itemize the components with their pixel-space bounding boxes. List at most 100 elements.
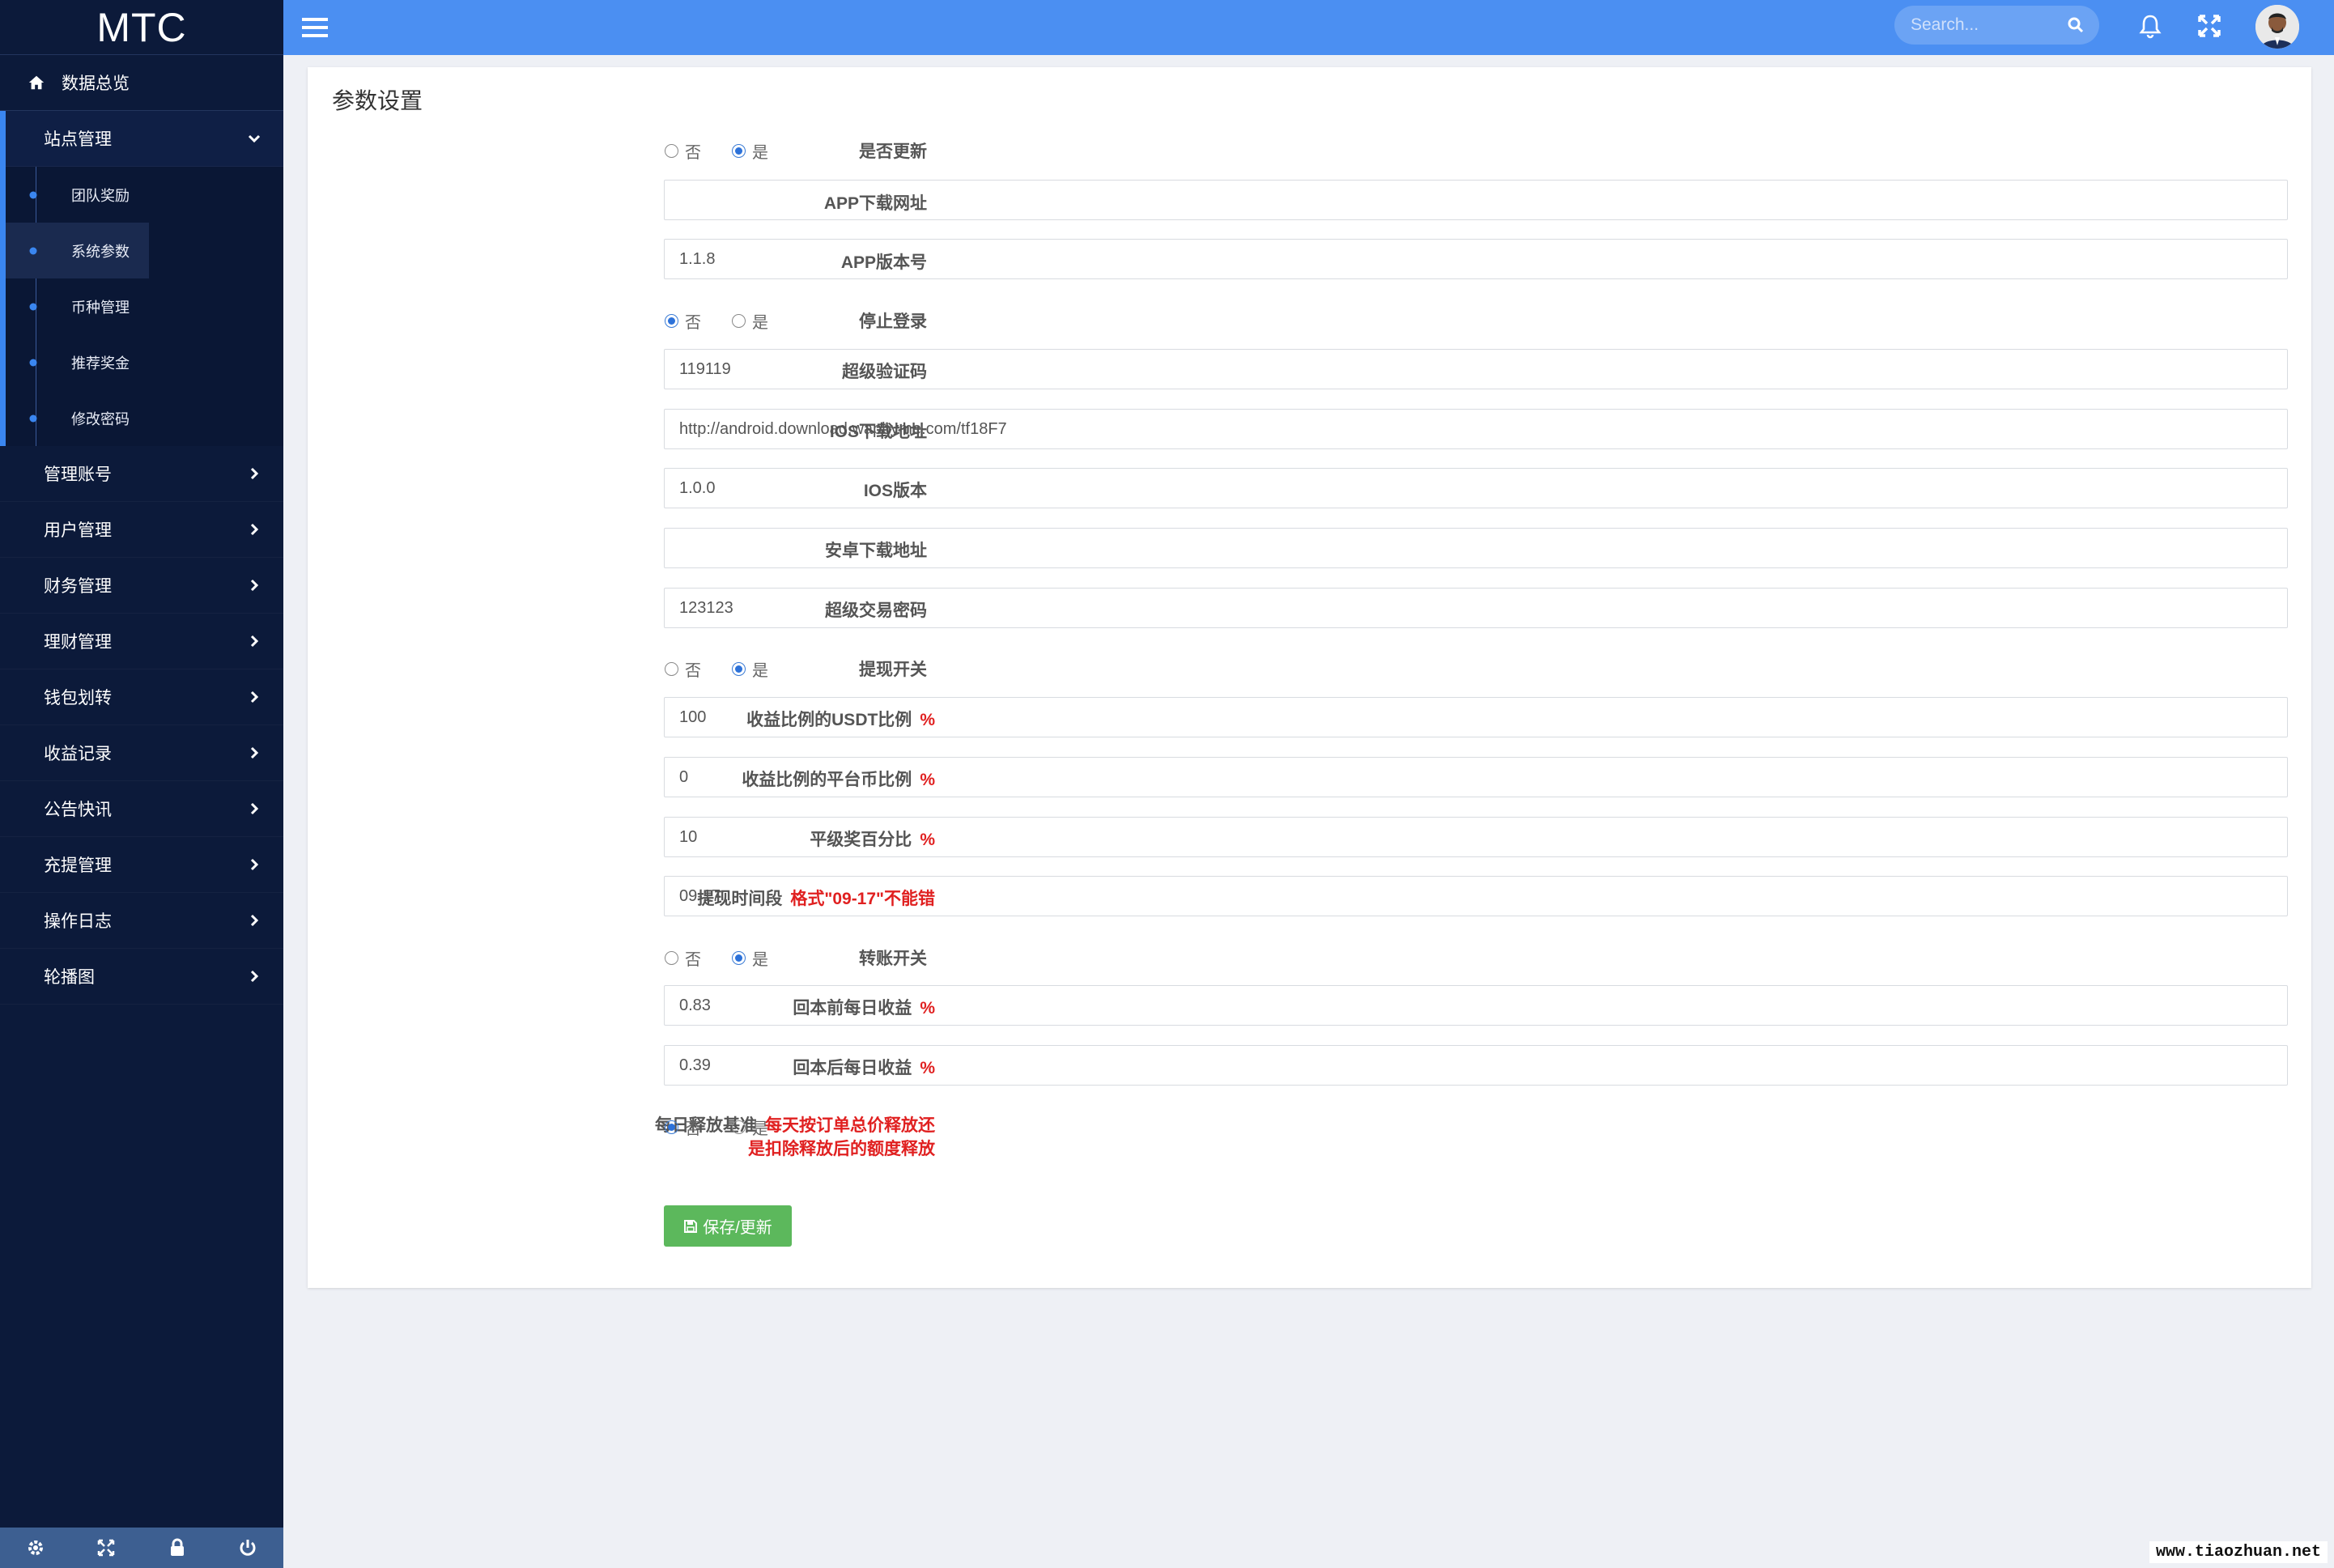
radio-option-no[interactable]: 否	[665, 309, 701, 333]
input-wrapper	[664, 1045, 2288, 1086]
radio-button[interactable]	[665, 662, 678, 676]
submenu-item-currency[interactable]: 币种管理	[6, 278, 283, 334]
sidebar: MTC 数据总览 站点管理 团队奖励 系统参数 币种管理 推荐奖金 修改密码 管…	[0, 0, 283, 1568]
android-download-url-input[interactable]	[665, 529, 2287, 567]
save-button[interactable]: 保存/更新	[664, 1205, 792, 1247]
radio-option-yes[interactable]: 是	[732, 946, 768, 970]
sidebar-item-deposit-withdraw[interactable]: 充提管理	[0, 837, 283, 893]
radio-label: 否	[685, 662, 701, 680]
radio-option-no[interactable]: 否	[665, 139, 701, 163]
app-download-url-input[interactable]	[665, 181, 2287, 219]
sidebar-item-label: 管理账号	[44, 465, 112, 484]
super-trade-password-input[interactable]	[665, 589, 2287, 627]
bullet-dot	[29, 191, 37, 198]
radio-option-no[interactable]: 否	[665, 946, 701, 970]
radio-label: 否	[685, 1120, 701, 1138]
input-wrapper	[664, 349, 2288, 389]
radio-option-no[interactable]: 否	[665, 1115, 701, 1139]
chevron-right-icon	[250, 467, 259, 480]
submenu-item-label: 系统参数	[71, 243, 130, 260]
input-wrapper	[664, 528, 2288, 568]
gear-icon[interactable]	[25, 1537, 46, 1558]
radio-button-checked[interactable]	[732, 951, 746, 965]
radio-button[interactable]	[665, 951, 678, 965]
radio-button-checked[interactable]	[732, 662, 746, 676]
radio-label: 是	[752, 662, 768, 680]
chevron-right-icon	[250, 970, 259, 983]
lock-icon[interactable]	[167, 1537, 188, 1558]
expand-icon[interactable]	[2196, 13, 2222, 39]
radio-button[interactable]	[665, 144, 678, 158]
input-wrapper	[664, 468, 2288, 508]
sidebar-item-label: 轮播图	[44, 968, 95, 987]
power-icon[interactable]	[237, 1537, 258, 1558]
radio-label: 是	[752, 951, 768, 969]
radio-option-no[interactable]: 否	[665, 657, 701, 681]
sidebar-item-label: 钱包划转	[44, 689, 112, 708]
release-note-line2: 是扣除释放后的额度释放	[748, 1140, 935, 1158]
sidebar-item-admin-accounts[interactable]: 管理账号	[0, 446, 283, 502]
radio-button[interactable]	[732, 1120, 746, 1134]
sidebar-item-label: 收益记录	[44, 745, 112, 763]
brand-logo: MTC	[0, 0, 283, 55]
input-wrapper	[664, 588, 2288, 628]
sidebar-item-label: 财务管理	[44, 577, 112, 596]
submenu-item-system-params[interactable]: 系统参数	[6, 223, 149, 278]
submenu-item-team-reward[interactable]: 团队奖励	[6, 167, 283, 223]
ios-download-url-input[interactable]	[665, 410, 2287, 448]
radio-button-checked[interactable]	[732, 144, 746, 158]
radio-option-yes[interactable]: 是	[732, 309, 768, 333]
field-label: 停止登录	[859, 312, 927, 331]
submenu-item-referral-bonus[interactable]: 推荐奖金	[6, 334, 283, 390]
sidebar-item-operation-log[interactable]: 操作日志	[0, 893, 283, 949]
search-icon[interactable]	[2067, 16, 2085, 34]
input-wrapper	[664, 817, 2288, 857]
home-icon	[28, 75, 45, 90]
submenu-item-label: 修改密码	[71, 410, 130, 427]
fullscreen-icon[interactable]	[96, 1537, 117, 1558]
submenu-item-change-password[interactable]: 修改密码	[6, 390, 283, 446]
settings-card: 参数设置 是否更新 否 是 APP下载网址 APP版本号 停止登录 否 是 超级…	[308, 67, 2311, 1288]
radio-button-checked[interactable]	[665, 1120, 678, 1134]
radio-option-yes[interactable]: 是	[732, 139, 768, 163]
sidebar-item-label: 站点管理	[44, 130, 112, 149]
radio-option-yes[interactable]: 是	[732, 657, 768, 681]
sidebar-item-earnings[interactable]: 收益记录	[0, 725, 283, 781]
sidebar-item-wealth[interactable]: 理财管理	[0, 614, 283, 669]
sidebar-item-label: 公告快讯	[44, 801, 112, 819]
app-version-input[interactable]	[665, 240, 2287, 278]
sidebar-item-users[interactable]: 用户管理	[0, 502, 283, 558]
sidebar-item-wallet-transfer[interactable]: 钱包划转	[0, 669, 283, 725]
input-wrapper	[664, 180, 2288, 220]
daily-before-input[interactable]	[665, 986, 2287, 1025]
search-input[interactable]	[1911, 15, 2064, 35]
page-title: 参数设置	[332, 88, 423, 113]
sidebar-item-announcements[interactable]: 公告快讯	[0, 781, 283, 837]
input-wrapper	[664, 697, 2288, 737]
avatar[interactable]	[2255, 5, 2299, 49]
platform-coin-ratio-input[interactable]	[665, 758, 2287, 797]
chevron-right-icon	[250, 746, 259, 759]
sidebar-item-carousel[interactable]: 轮播图	[0, 949, 283, 1005]
radio-group-daily-release: 否 是	[665, 1115, 799, 1139]
radio-option-yes[interactable]: 是	[732, 1115, 768, 1139]
radio-button-checked[interactable]	[665, 314, 678, 328]
menu-toggle-icon[interactable]	[301, 14, 329, 41]
ios-version-input[interactable]	[665, 469, 2287, 508]
bullet-dot	[29, 414, 37, 422]
daily-after-input[interactable]	[665, 1046, 2287, 1085]
sidebar-item-finance[interactable]: 财务管理	[0, 558, 283, 614]
sidebar-item-site-management[interactable]: 站点管理	[6, 111, 283, 167]
withdraw-time-input[interactable]	[665, 877, 2287, 916]
radio-button[interactable]	[732, 314, 746, 328]
radio-group-transfer-switch: 否 是	[665, 946, 799, 970]
usdt-ratio-input[interactable]	[665, 698, 2287, 737]
super-code-input[interactable]	[665, 350, 2287, 389]
sidebar-item-label: 充提管理	[44, 856, 112, 875]
bell-icon[interactable]	[2136, 12, 2164, 40]
chevron-right-icon	[250, 579, 259, 592]
sidebar-item-dashboard[interactable]: 数据总览	[0, 55, 283, 111]
chevron-right-icon	[250, 635, 259, 648]
sidebar-submenu: 团队奖励 系统参数 币种管理 推荐奖金 修改密码	[6, 167, 283, 446]
peer-bonus-input[interactable]	[665, 818, 2287, 856]
